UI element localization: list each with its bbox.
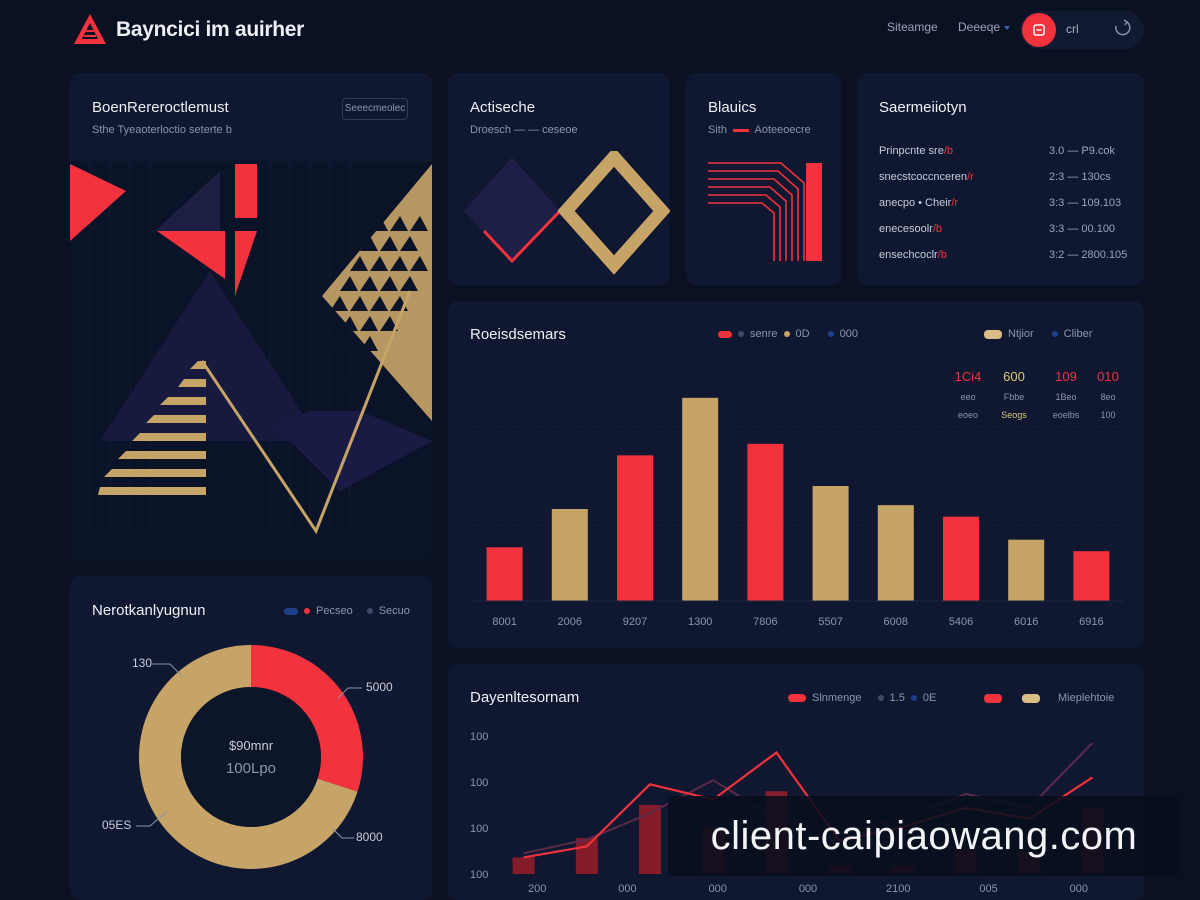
nav-item-2-label: Deeeqe xyxy=(958,20,1001,34)
stat-row: snecstcoccnceren/r 2:3 — 130cs xyxy=(879,171,1111,183)
stat-row-value: 3:2 — 2800.105 xyxy=(1049,249,1128,261)
balance-card-subtitle: Sith Aoteeoecre xyxy=(708,124,811,136)
donut-center-label: $90mnr xyxy=(228,738,274,753)
bar-chart: 8001 2006 9207 1300 7806 5507 6008 5406 6016 6916 xyxy=(472,397,1124,628)
bar xyxy=(747,443,784,601)
y-tick-label: 100 xyxy=(470,869,488,881)
x-tick-label: 6016 xyxy=(1014,616,1038,628)
stats-card: Saermeiiotyn Prinpcnte sre/b 3.0 — P9.cok… xyxy=(857,73,1144,285)
donut-label: 5000 xyxy=(366,680,393,694)
x-tick-label: 7806 xyxy=(753,616,777,628)
bar xyxy=(512,857,535,874)
bar-chart-card: Roeisdsemars senre 0D 000 Ntjior Cliber … xyxy=(448,301,1144,648)
notification-button[interactable] xyxy=(1022,13,1056,47)
diamond-shapes xyxy=(464,151,670,275)
bar xyxy=(617,455,653,601)
donut-label: 8000 xyxy=(356,830,383,844)
stat-row-value: 3:3 — 109.103 xyxy=(1049,197,1122,209)
shape-card-subtitle: Droesch — — ceseoe xyxy=(470,124,578,136)
balance-graphic xyxy=(708,162,822,261)
bar xyxy=(1073,551,1110,601)
shape-card-title: Actiseche xyxy=(470,99,536,116)
bar xyxy=(486,547,523,601)
bar xyxy=(877,505,914,601)
stat-row-label: snecstcoccnceren/r xyxy=(879,171,974,183)
bar xyxy=(551,509,588,601)
hero-title: BoenRereroctlemust xyxy=(92,99,229,116)
bar xyxy=(943,516,979,601)
stat-row-value: 3:3 — 00.100 xyxy=(1049,223,1116,235)
donut-label: 05ES xyxy=(102,818,132,832)
nav-item-1[interactable]: Siteamge xyxy=(887,20,938,34)
x-tick-label: 2006 xyxy=(558,616,582,628)
nav-item-2[interactable]: Deeeqe xyxy=(958,20,1011,34)
stat-row-value: 3.0 — P9.cok xyxy=(1049,145,1116,157)
refresh-icon[interactable] xyxy=(1112,18,1132,38)
donut-center-value: 100Lpo xyxy=(225,760,277,777)
x-tick-label: 1300 xyxy=(688,616,712,628)
y-tick-label: 100 xyxy=(470,731,488,743)
hero-card: BoenRereroctlemust Sthe Tyeaoterloctio s… xyxy=(70,73,432,560)
hero-art xyxy=(70,161,432,560)
hero-action-button[interactable]: Seeecmeolec xyxy=(342,98,408,120)
hero-subtitle: Sthe Tyeaoterloctio seterte b xyxy=(92,124,232,136)
x-tick-label: 005 xyxy=(979,883,997,895)
balance-card-title: Blauics xyxy=(708,99,757,116)
bar xyxy=(682,397,719,601)
donut-label: 130 xyxy=(132,656,153,670)
donut-hole xyxy=(181,687,321,827)
stat-row: Prinpcnte sre/b 3.0 — P9.cok xyxy=(879,145,1115,157)
stat-row-label: Prinpcnte sre/b xyxy=(879,145,953,157)
x-tick-label: 9207 xyxy=(623,616,647,628)
stat-row-label: anecpo • Cheir/r xyxy=(879,197,959,209)
bar xyxy=(1008,539,1045,601)
stats-card-title: Saermeiiotyn xyxy=(879,99,967,116)
balance-card: Blauics Sith Aoteeoecre xyxy=(686,73,841,285)
x-tick-label: 200 xyxy=(528,883,546,895)
balance-card-subtitle-text: Sith xyxy=(708,124,727,136)
chevron-down-icon xyxy=(1004,25,1011,30)
balance-card-subtitle-accent: Aoteeoecre xyxy=(754,124,811,136)
stat-row: enecesoolr/b 3:3 — 00.100 xyxy=(879,223,1115,235)
x-tick-label: 6916 xyxy=(1079,616,1103,628)
brand-name: Bayncici im auirher xyxy=(116,18,305,41)
x-tick-label: 8001 xyxy=(492,616,516,628)
bar xyxy=(575,838,598,874)
top-bar: Bayncici im auirher Siteamge Deeeqe crl xyxy=(0,0,1200,62)
x-tick-label: 000 xyxy=(709,883,727,895)
user-label: crl xyxy=(1066,22,1079,36)
stat-row-label: enecesoolr/b xyxy=(879,223,943,235)
x-tick-label: 5406 xyxy=(949,616,973,628)
x-tick-label: 000 xyxy=(799,883,817,895)
bar xyxy=(639,805,661,874)
logo-icon xyxy=(74,14,106,44)
stat-row-label: ensechcoclr/b xyxy=(879,249,947,261)
x-tick-label: 5507 xyxy=(818,616,842,628)
stat-row-value: 2:3 — 130cs xyxy=(1049,171,1111,183)
y-tick-label: 100 xyxy=(470,823,488,835)
shape-card: Actiseche Droesch — — ceseoe xyxy=(448,73,670,285)
donut-card: Nerotkanlyugnun Pecseo Secuo $90mnr 100L… xyxy=(70,576,432,900)
y-tick-label: 100 xyxy=(470,777,488,789)
bar xyxy=(812,486,849,601)
stat-row: anecpo • Cheir/r 3:3 — 109.103 xyxy=(879,197,1121,209)
x-tick-label: 2100 xyxy=(886,883,910,895)
x-tick-label: 000 xyxy=(618,883,636,895)
square-icon xyxy=(1033,24,1045,36)
watermark-text: client-caipiaowang.com xyxy=(668,796,1180,876)
stat-row: ensechcoclr/b 3:2 — 2800.105 xyxy=(879,249,1127,261)
x-tick-label: 000 xyxy=(1070,883,1088,895)
x-tick-label: 6008 xyxy=(884,616,908,628)
